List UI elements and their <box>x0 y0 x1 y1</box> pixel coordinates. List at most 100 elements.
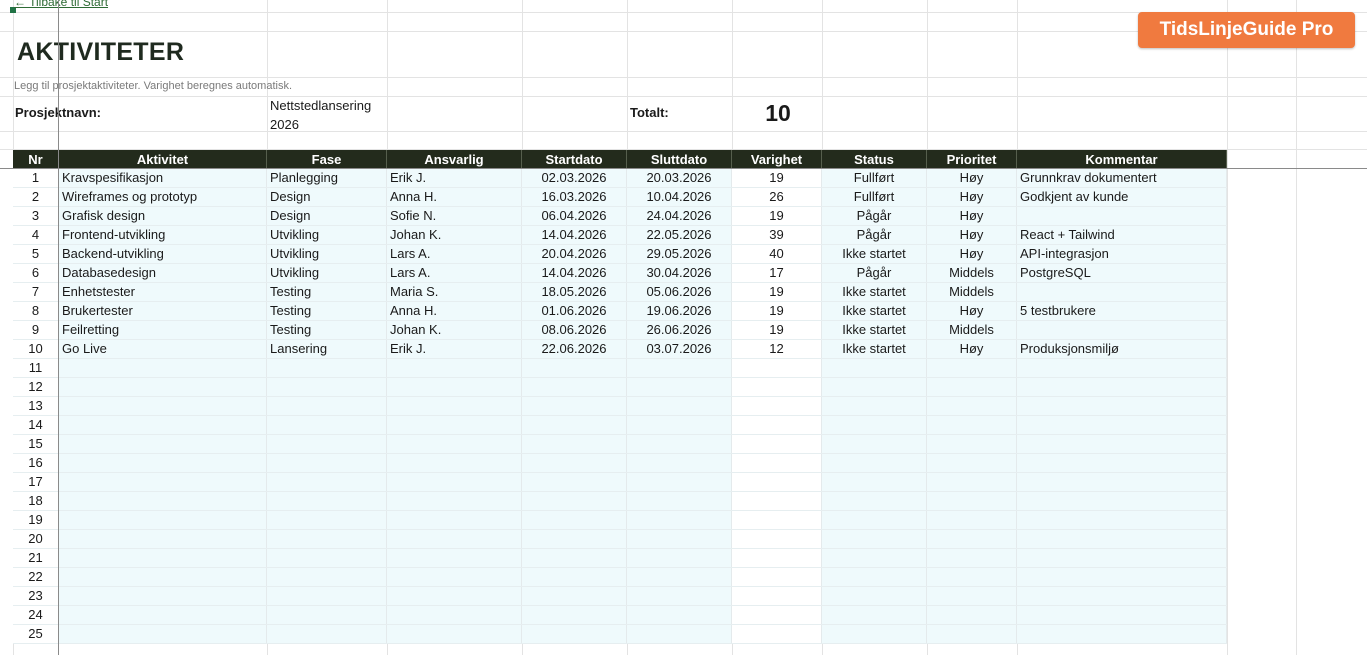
cell-aktivitet[interactable] <box>59 530 267 548</box>
cell-fase[interactable]: Utvikling <box>267 264 387 282</box>
cell-ansvarlig[interactable] <box>387 359 522 377</box>
cell-sluttdato[interactable]: 20.03.2026 <box>627 169 732 187</box>
cell-ansvarlig[interactable] <box>387 568 522 586</box>
cell-sluttdato[interactable] <box>627 359 732 377</box>
cell-ansvarlig[interactable] <box>387 606 522 624</box>
cell-sluttdato[interactable] <box>627 511 732 529</box>
cell-ansvarlig[interactable] <box>387 511 522 529</box>
cell-status[interactable] <box>822 435 927 453</box>
cell-aktivitet[interactable] <box>59 568 267 586</box>
cell-startdato[interactable] <box>522 454 627 472</box>
cell-aktivitet[interactable]: Brukertester <box>59 302 267 320</box>
cell-kommentar[interactable] <box>1017 473 1227 491</box>
column-header-fase[interactable]: Fase <box>267 150 387 169</box>
cell-kommentar[interactable] <box>1017 359 1227 377</box>
cell-status[interactable] <box>822 359 927 377</box>
cell-sluttdato[interactable]: 30.04.2026 <box>627 264 732 282</box>
cell-startdato[interactable] <box>522 416 627 434</box>
cell-prioritet[interactable] <box>927 568 1017 586</box>
cell-ansvarlig[interactable] <box>387 473 522 491</box>
cell-kommentar[interactable]: Grunnkrav dokumentert <box>1017 169 1227 187</box>
cell-startdato[interactable]: 06.04.2026 <box>522 207 627 225</box>
cell-startdato[interactable]: 22.06.2026 <box>522 340 627 358</box>
cell-aktivitet[interactable] <box>59 606 267 624</box>
cell-ansvarlig[interactable]: Erik J. <box>387 340 522 358</box>
cell-aktivitet[interactable]: Databasedesign <box>59 264 267 282</box>
cell-prioritet[interactable] <box>927 530 1017 548</box>
cell-status[interactable] <box>822 568 927 586</box>
cell-kommentar[interactable]: React + Tailwind <box>1017 226 1227 244</box>
cell-startdato[interactable] <box>522 625 627 643</box>
cell-ansvarlig[interactable]: Erik J. <box>387 169 522 187</box>
column-header-nr[interactable]: Nr <box>13 150 59 169</box>
cell-sluttdato[interactable] <box>627 625 732 643</box>
column-header-kommentar[interactable]: Kommentar <box>1017 150 1227 169</box>
cell-sluttdato[interactable]: 03.07.2026 <box>627 340 732 358</box>
cell-startdato[interactable] <box>522 359 627 377</box>
cell-kommentar[interactable] <box>1017 549 1227 567</box>
cell-sluttdato[interactable] <box>627 416 732 434</box>
cell-aktivitet[interactable]: Feilretting <box>59 321 267 339</box>
column-header-prioritet[interactable]: Prioritet <box>927 150 1017 169</box>
cell-fase[interactable]: Lansering <box>267 340 387 358</box>
cell-fase[interactable]: Testing <box>267 321 387 339</box>
cell-startdato[interactable] <box>522 492 627 510</box>
cell-kommentar[interactable]: 5 testbrukere <box>1017 302 1227 320</box>
cell-prioritet[interactable] <box>927 378 1017 396</box>
column-header-ansvarlig[interactable]: Ansvarlig <box>387 150 522 169</box>
brand-button[interactable]: TidsLinjeGuide Pro <box>1138 12 1355 48</box>
cell-ansvarlig[interactable] <box>387 549 522 567</box>
cell-aktivitet[interactable] <box>59 625 267 643</box>
cell-ansvarlig[interactable]: Lars A. <box>387 245 522 263</box>
cell-ansvarlig[interactable] <box>387 625 522 643</box>
cell-prioritet[interactable]: Høy <box>927 169 1017 187</box>
cell-startdato[interactable]: 20.04.2026 <box>522 245 627 263</box>
cell-kommentar[interactable] <box>1017 207 1227 225</box>
cell-aktivitet[interactable] <box>59 416 267 434</box>
cell-startdato[interactable]: 08.06.2026 <box>522 321 627 339</box>
project-name-value[interactable]: Nettstedlansering 2026 <box>270 96 388 134</box>
cell-prioritet[interactable]: Høy <box>927 245 1017 263</box>
cell-status[interactable] <box>822 511 927 529</box>
cell-aktivitet[interactable]: Go Live <box>59 340 267 358</box>
cell-sluttdato[interactable]: 19.06.2026 <box>627 302 732 320</box>
cell-sluttdato[interactable] <box>627 492 732 510</box>
cell-sluttdato[interactable]: 05.06.2026 <box>627 283 732 301</box>
cell-sluttdato[interactable] <box>627 378 732 396</box>
cell-status[interactable]: Pågår <box>822 264 927 282</box>
cell-prioritet[interactable] <box>927 435 1017 453</box>
cell-startdato[interactable] <box>522 435 627 453</box>
cell-kommentar[interactable]: PostgreSQL <box>1017 264 1227 282</box>
cell-ansvarlig[interactable] <box>387 530 522 548</box>
cell-fase[interactable]: Design <box>267 188 387 206</box>
cell-ansvarlig[interactable] <box>387 435 522 453</box>
cell-aktivitet[interactable]: Frontend-utvikling <box>59 226 267 244</box>
cell-aktivitet[interactable] <box>59 454 267 472</box>
cell-aktivitet[interactable] <box>59 492 267 510</box>
cell-status[interactable]: Pågår <box>822 207 927 225</box>
cell-prioritet[interactable] <box>927 492 1017 510</box>
cell-prioritet[interactable] <box>927 416 1017 434</box>
cell-kommentar[interactable] <box>1017 283 1227 301</box>
cell-prioritet[interactable] <box>927 549 1017 567</box>
cell-prioritet[interactable]: Høy <box>927 188 1017 206</box>
cell-kommentar[interactable] <box>1017 568 1227 586</box>
cell-kommentar[interactable] <box>1017 492 1227 510</box>
cell-sluttdato[interactable] <box>627 397 732 415</box>
cell-fase[interactable] <box>267 359 387 377</box>
cell-fase[interactable] <box>267 454 387 472</box>
cell-kommentar[interactable] <box>1017 606 1227 624</box>
cell-status[interactable]: Ikke startet <box>822 340 927 358</box>
cell-status[interactable] <box>822 397 927 415</box>
cell-prioritet[interactable] <box>927 397 1017 415</box>
cell-prioritet[interactable]: Middels <box>927 264 1017 282</box>
column-header-sluttdato[interactable]: Sluttdato <box>627 150 732 169</box>
cell-status[interactable]: Ikke startet <box>822 283 927 301</box>
column-header-startdato[interactable]: Startdato <box>522 150 627 169</box>
cell-prioritet[interactable]: Høy <box>927 226 1017 244</box>
cell-status[interactable] <box>822 530 927 548</box>
cell-kommentar[interactable]: Produksjonsmiljø <box>1017 340 1227 358</box>
cell-aktivitet[interactable] <box>59 435 267 453</box>
cell-prioritet[interactable]: Middels <box>927 321 1017 339</box>
cell-prioritet[interactable] <box>927 587 1017 605</box>
